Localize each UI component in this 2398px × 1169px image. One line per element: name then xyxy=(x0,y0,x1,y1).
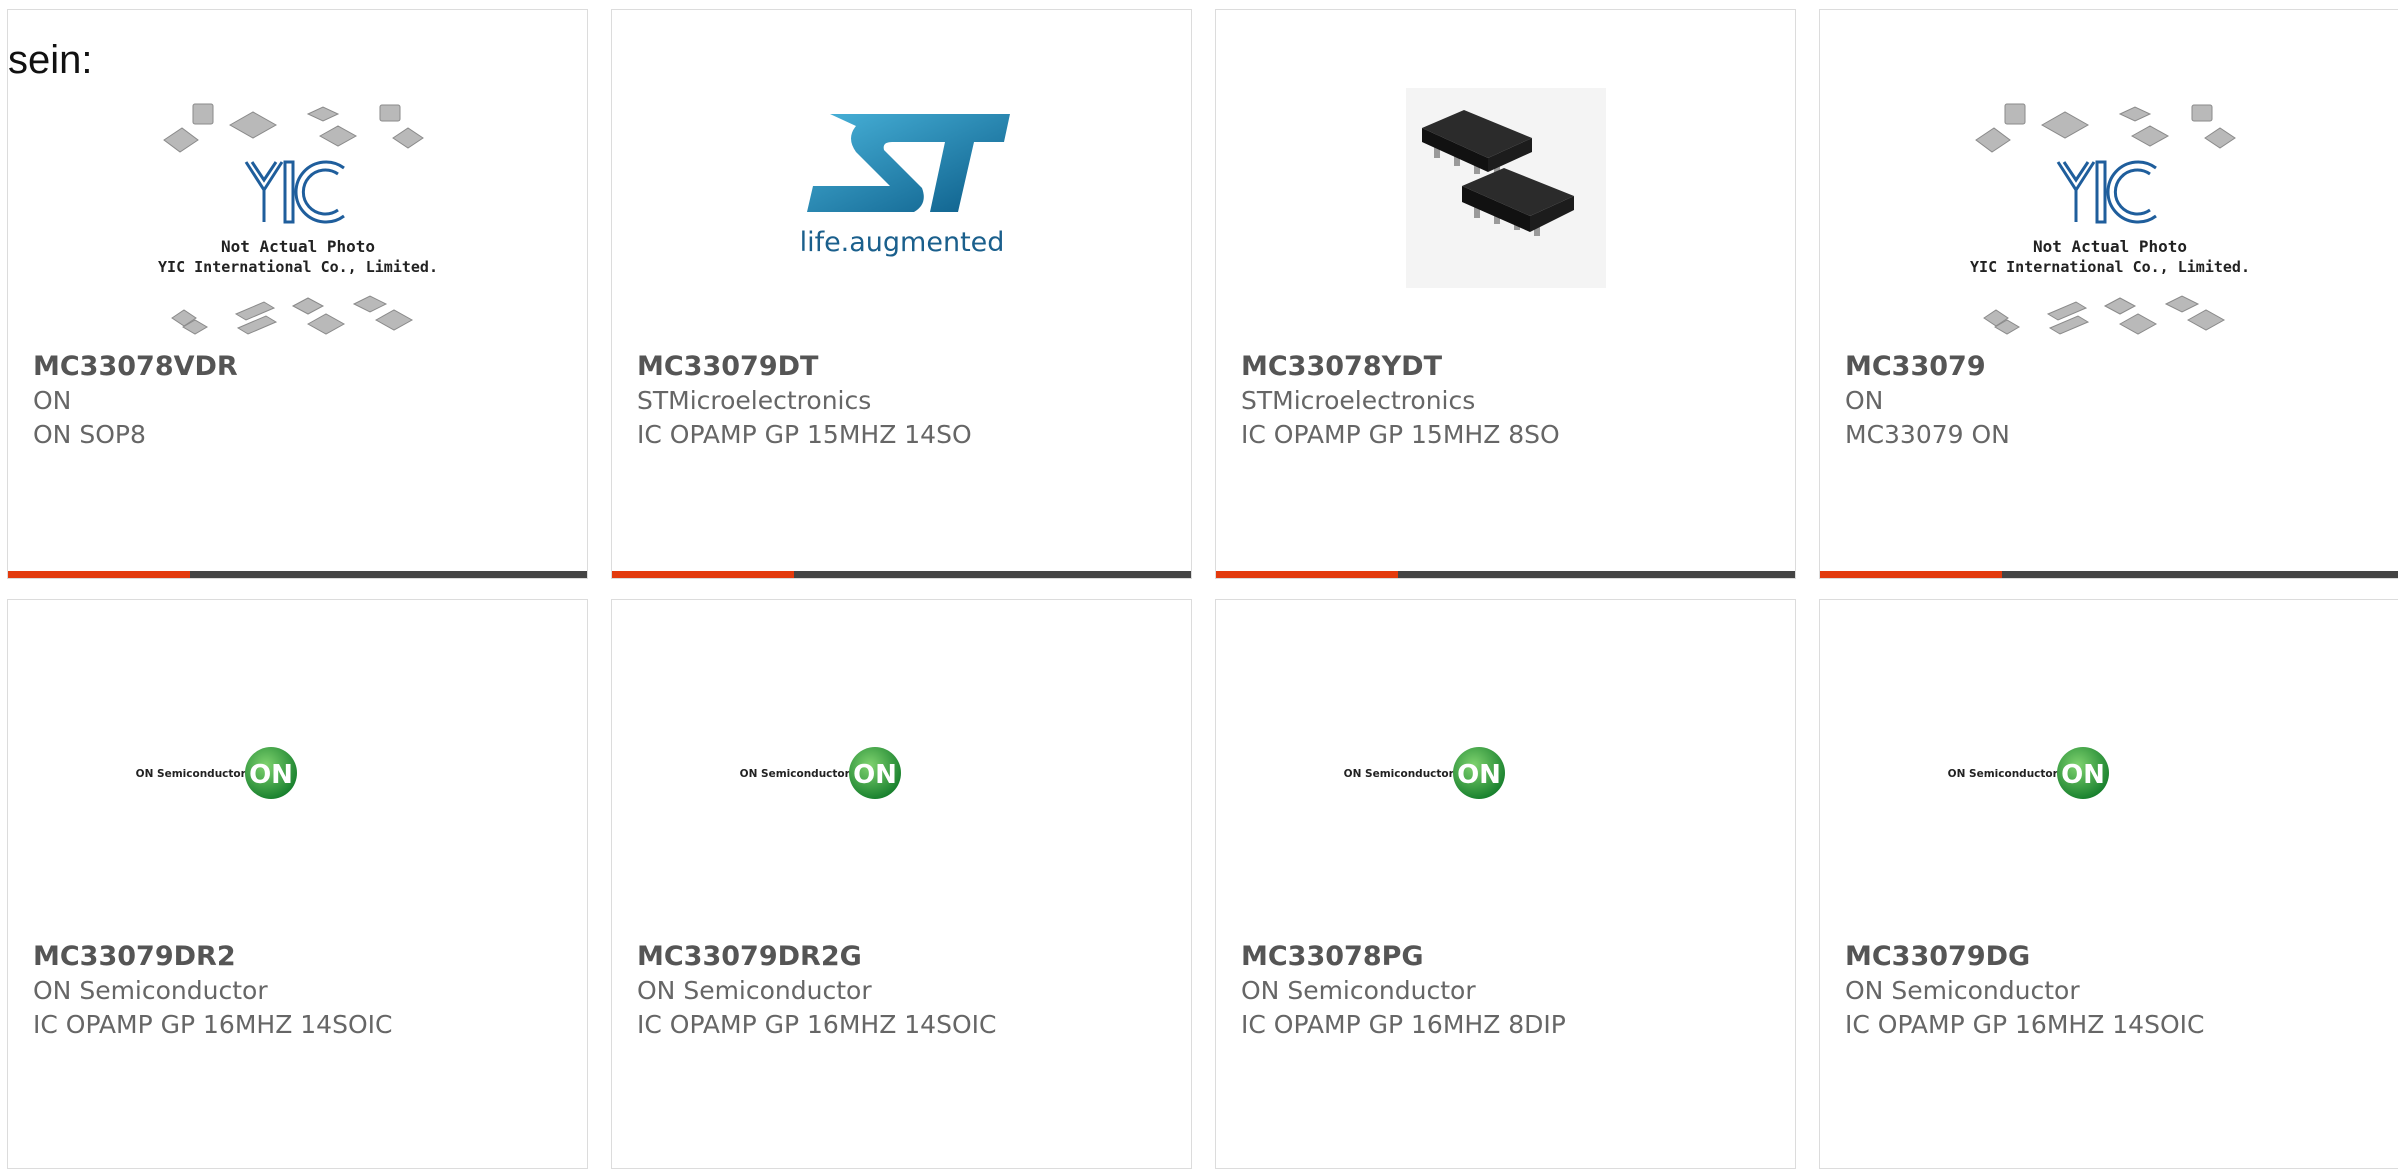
product-image[interactable] xyxy=(1216,10,1795,360)
part-number[interactable]: MC33079DR2G xyxy=(637,940,996,974)
intro-text: sein: xyxy=(8,38,93,82)
product-image[interactable]: ON Semiconductor® ON xyxy=(612,600,1191,950)
product-card[interactable]: ON Semiconductor® ON MC33079DR2 ON Semic… xyxy=(7,599,588,1169)
product-image[interactable]: Not Actual Photo YIC International Co., … xyxy=(1820,10,2398,360)
product-grid: Not Actual Photo YIC International Co., … xyxy=(7,9,2398,1169)
yic-placeholder-icon: Not Actual Photo YIC International Co., … xyxy=(158,103,438,335)
soic8-chip-icon xyxy=(1406,88,1606,288)
product-image[interactable]: Not Actual Photo YIC International Co., … xyxy=(8,10,587,360)
card-footer-accent xyxy=(1216,571,1398,578)
product-card[interactable]: life.augmented MC33079DT STMicroelectron… xyxy=(611,9,1192,579)
product-meta: MC33079DR2G ON Semiconductor IC OPAMP GP… xyxy=(637,940,996,1042)
product-card[interactable]: ON Semiconductor® ON MC33079DG ON Semico… xyxy=(1819,599,2398,1169)
card-footer-bar xyxy=(1820,571,2398,578)
onsemi-logo-icon: ON Semiconductor® ON xyxy=(1344,747,1505,799)
placeholder-company: YIC International Co., Limited. xyxy=(158,258,438,276)
card-footer-accent xyxy=(612,571,794,578)
part-number[interactable]: MC33078YDT xyxy=(1241,350,1560,384)
product-meta: MC33078VDR ON ON SOP8 xyxy=(33,350,238,452)
card-footer-accent xyxy=(1820,571,2002,578)
description: IC OPAMP GP 15MHZ 8SO xyxy=(1241,420,1560,449)
manufacturer: ON xyxy=(1845,386,1884,415)
onsemi-wordmark: ON Semiconductor® xyxy=(136,768,257,780)
st-tagline: life.augmented xyxy=(800,227,1005,258)
onsemi-badge: ON xyxy=(1457,760,1501,790)
product-image[interactable]: ON Semiconductor® ON xyxy=(1216,600,1795,950)
placeholder-company: YIC International Co., Limited. xyxy=(1970,258,2250,276)
product-meta: MC33079DG ON Semiconductor IC OPAMP GP 1… xyxy=(1845,940,2204,1042)
description: ON SOP8 xyxy=(33,420,146,449)
part-number[interactable]: MC33078PG xyxy=(1241,940,1566,974)
product-image[interactable]: ON Semiconductor® ON xyxy=(1820,600,2398,950)
description: IC OPAMP GP 16MHZ 14SOIC xyxy=(1845,1010,2205,1039)
product-image[interactable]: ON Semiconductor® ON xyxy=(8,600,587,950)
card-footer-bar xyxy=(8,571,587,578)
product-card[interactable]: ON Semiconductor® ON MC33079DR2G ON Semi… xyxy=(611,599,1192,1169)
description: IC OPAMP GP 16MHZ 14SOIC xyxy=(637,1010,997,1039)
onsemi-wordmark: ON Semiconductor® xyxy=(1344,768,1465,780)
manufacturer: ON Semiconductor xyxy=(637,976,872,1005)
part-number[interactable]: MC33079DT xyxy=(637,350,972,384)
product-card[interactable]: MC33078YDT STMicroelectronics IC OPAMP G… xyxy=(1215,9,1796,579)
manufacturer: ON Semiconductor xyxy=(33,976,268,1005)
manufacturer: ON xyxy=(33,386,72,415)
product-meta: MC33079DR2 ON Semiconductor IC OPAMP GP … xyxy=(33,940,392,1042)
onsemi-wordmark: ON Semiconductor® xyxy=(740,768,861,780)
manufacturer: STMicroelectronics xyxy=(1241,386,1476,415)
card-footer-bar xyxy=(1216,571,1795,578)
placeholder-caption: Not Actual Photo xyxy=(2033,237,2187,256)
description: IC OPAMP GP 15MHZ 14SO xyxy=(637,420,972,449)
yic-placeholder-icon: Not Actual Photo YIC International Co., … xyxy=(1970,103,2250,335)
part-number[interactable]: MC33079 xyxy=(1845,350,2010,384)
part-number[interactable]: MC33078VDR xyxy=(33,350,238,384)
product-image[interactable]: life.augmented xyxy=(612,10,1191,360)
onsemi-logo-icon: ON Semiconductor® ON xyxy=(136,747,297,799)
card-footer-bar xyxy=(612,571,1191,578)
st-logo-icon: life.augmented xyxy=(800,114,1010,258)
placeholder-caption: Not Actual Photo xyxy=(221,237,375,256)
description: MC33079 ON xyxy=(1845,420,2010,449)
onsemi-wordmark: ON Semiconductor® xyxy=(1948,768,2069,780)
product-card[interactable]: Not Actual Photo YIC International Co., … xyxy=(7,9,588,579)
onsemi-logo-icon: ON Semiconductor® ON xyxy=(740,747,901,799)
product-card[interactable]: ON Semiconductor® ON MC33078PG ON Semico… xyxy=(1215,599,1796,1169)
manufacturer: ON Semiconductor xyxy=(1845,976,2080,1005)
description: IC OPAMP GP 16MHZ 8DIP xyxy=(1241,1010,1566,1039)
manufacturer: STMicroelectronics xyxy=(637,386,872,415)
onsemi-badge: ON xyxy=(249,760,293,790)
card-footer-accent xyxy=(8,571,190,578)
onsemi-badge: ON xyxy=(853,760,897,790)
product-meta: MC33078PG ON Semiconductor IC OPAMP GP 1… xyxy=(1241,940,1566,1042)
product-card[interactable]: Not Actual Photo YIC International Co., … xyxy=(1819,9,2398,579)
onsemi-logo-icon: ON Semiconductor® ON xyxy=(1948,747,2109,799)
manufacturer: ON Semiconductor xyxy=(1241,976,1476,1005)
product-meta: MC33079DT STMicroelectronics IC OPAMP GP… xyxy=(637,350,972,452)
product-meta: MC33078YDT STMicroelectronics IC OPAMP G… xyxy=(1241,350,1560,452)
part-number[interactable]: MC33079DG xyxy=(1845,940,2204,974)
part-number[interactable]: MC33079DR2 xyxy=(33,940,392,974)
product-meta: MC33079 ON MC33079 ON xyxy=(1845,350,2010,452)
onsemi-badge: ON xyxy=(2061,760,2105,790)
description: IC OPAMP GP 16MHZ 14SOIC xyxy=(33,1010,393,1039)
